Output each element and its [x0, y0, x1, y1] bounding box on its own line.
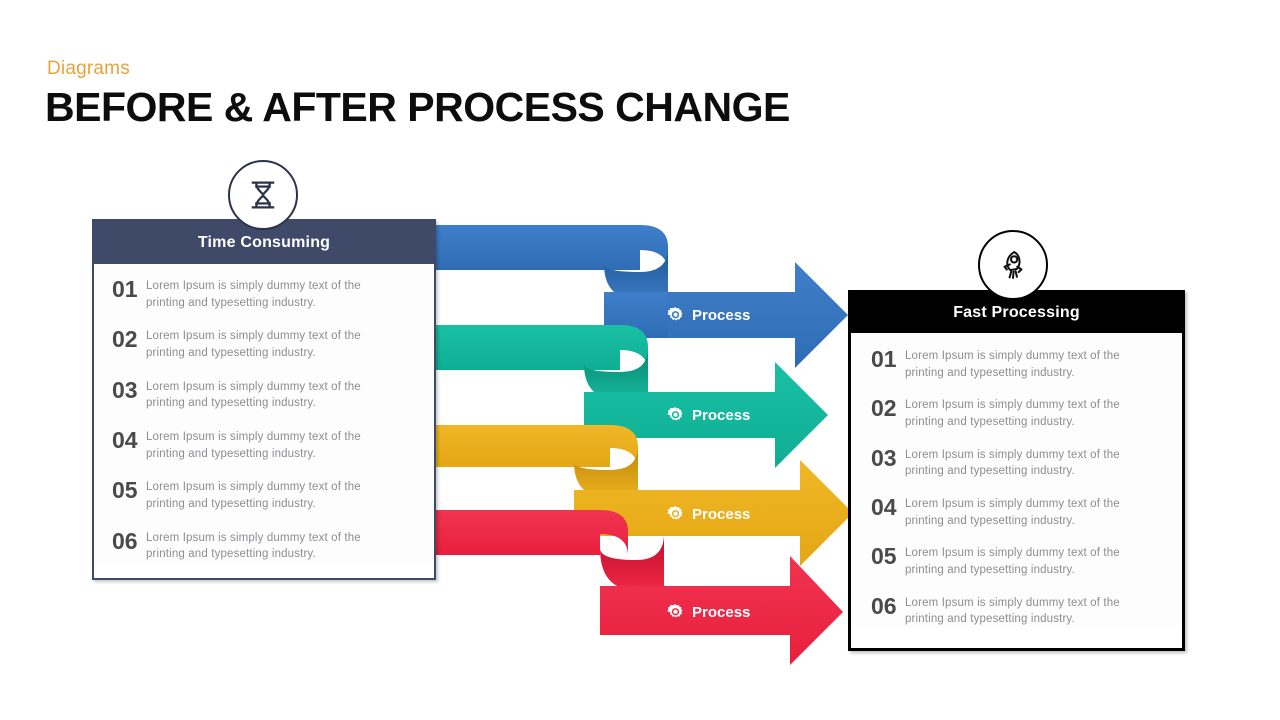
list-item-number: 02: [112, 326, 138, 353]
kicker-label: Diagrams: [47, 58, 130, 79]
process-label-text: Process: [692, 407, 751, 424]
list-item-text: Lorem Ipsum is simply dummy text of the …: [146, 431, 361, 460]
process-label-2[interactable]: Process: [666, 406, 750, 425]
list-item: 03 Lorem Ipsum is simply dummy text of t…: [112, 376, 418, 412]
list-item-number: 03: [871, 444, 897, 471]
fast-processing-badge: [978, 230, 1048, 300]
list-item: 01 Lorem Ipsum is simply dummy text of t…: [871, 348, 1168, 381]
process-label-3[interactable]: Process: [666, 505, 750, 524]
process-label-text: Process: [692, 604, 751, 621]
list-item-number: 05: [112, 477, 138, 504]
list-item-number: 05: [871, 543, 897, 570]
list-item-text: Lorem Ipsum is simply dummy text of the …: [905, 399, 1120, 429]
list-item-text: Lorem Ipsum is simply dummy text of the …: [146, 531, 361, 561]
list-item-number: 01: [871, 346, 897, 372]
list-item-text: Lorem Ipsum is simply dummy text of the …: [905, 498, 1120, 527]
after-panel: Fast Processing 01 Lorem Ipsum is simply…: [848, 290, 1185, 651]
time-consuming-badge: [228, 160, 298, 230]
gear-icon: [667, 407, 683, 421]
page-title: BEFORE & AFTER PROCESS CHANGE: [45, 84, 790, 130]
process-label-text: Process: [692, 307, 751, 324]
list-item-text: Lorem Ipsum is simply dummy text of the …: [905, 596, 1120, 626]
list-item: 05 Lorem Ipsum is simply dummy text of t…: [112, 479, 418, 512]
process-label-1[interactable]: Process: [666, 306, 750, 325]
process-label-4[interactable]: Process: [666, 603, 750, 622]
list-item-text: Lorem Ipsum is simply dummy text of the …: [146, 330, 361, 360]
gear-icon: [667, 506, 683, 520]
after-panel-list: 01 Lorem Ipsum is simply dummy text of t…: [851, 333, 1182, 629]
process-label-text: Process: [692, 506, 751, 523]
list-item-number: 02: [871, 395, 897, 422]
list-item: 06 Lorem Ipsum is simply dummy text of t…: [112, 527, 418, 563]
list-item: 02 Lorem Ipsum is simply dummy text of t…: [871, 397, 1168, 430]
rocket-icon: [1003, 251, 1023, 279]
list-item: 03 Lorem Ipsum is simply dummy text of t…: [871, 444, 1168, 480]
gear-icon: [667, 604, 683, 618]
list-item: 04 Lorem Ipsum is simply dummy text of t…: [871, 496, 1168, 529]
list-item: 01 Lorem Ipsum is simply dummy text of t…: [112, 278, 418, 311]
list-item-number: 06: [871, 592, 897, 619]
before-panel-list: 01 Lorem Ipsum is simply dummy text of t…: [94, 264, 434, 564]
list-item-text: Lorem Ipsum is simply dummy text of the …: [146, 380, 361, 410]
list-item: 04 Lorem Ipsum is simply dummy text of t…: [112, 429, 418, 462]
hourglass-icon: [251, 181, 275, 209]
list-item-number: 04: [112, 427, 138, 454]
list-item-text: Lorem Ipsum is simply dummy text of the …: [905, 448, 1120, 478]
before-panel: Time Consuming 01 Lorem Ipsum is simply …: [92, 219, 436, 580]
list-item: 02 Lorem Ipsum is simply dummy text of t…: [112, 328, 418, 361]
list-item-number: 03: [112, 376, 138, 403]
list-item-number: 01: [112, 276, 138, 302]
list-item-number: 06: [112, 527, 138, 554]
list-item-text: Lorem Ipsum is simply dummy text of the …: [146, 481, 361, 511]
list-item: 05 Lorem Ipsum is simply dummy text of t…: [871, 545, 1168, 578]
list-item-text: Lorem Ipsum is simply dummy text of the …: [146, 280, 361, 309]
list-item-number: 04: [871, 494, 897, 521]
list-item-text: Lorem Ipsum is simply dummy text of the …: [905, 350, 1120, 379]
gear-icon: [667, 307, 683, 321]
list-item-text: Lorem Ipsum is simply dummy text of the …: [905, 547, 1120, 577]
list-item: 06 Lorem Ipsum is simply dummy text of t…: [871, 592, 1168, 628]
